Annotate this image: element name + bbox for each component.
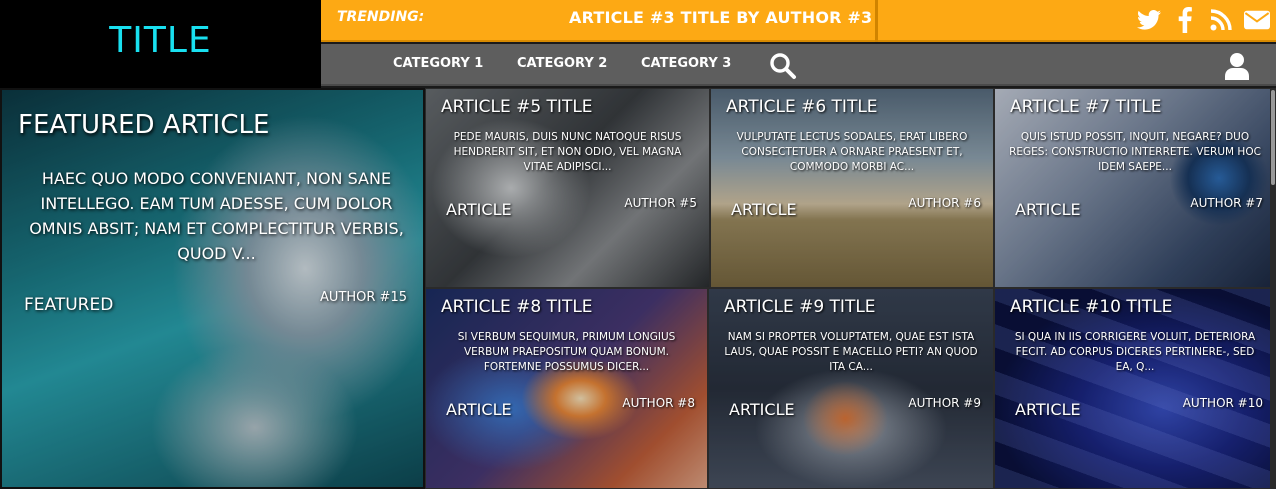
article-author[interactable]: AUTHOR #9 bbox=[908, 396, 981, 410]
article-category[interactable]: ARTICLE bbox=[446, 400, 512, 419]
article-card-8[interactable]: ARTICLE #8 TITLE SI VERBUM SEQUIMUR, PRI… bbox=[425, 288, 708, 489]
trending-bar: TRENDING: ARTICLE #3 TITLE BY AUTHOR #3 bbox=[321, 0, 1276, 42]
page-scrollbar[interactable] bbox=[1270, 88, 1276, 489]
page: TITLE TRENDING: ARTICLE #3 TITLE BY AUTH… bbox=[0, 0, 1276, 489]
featured-excerpt: HAEC QUO MODO CONVENIANT, NON SANE INTEL… bbox=[29, 169, 404, 263]
article-title[interactable]: ARTICLE #10 TITLE bbox=[1010, 297, 1172, 317]
rss-icon[interactable] bbox=[1208, 6, 1234, 34]
article-card-9[interactable]: ARTICLE #9 TITLE NAM SI PROPTER VOLUPTAT… bbox=[708, 288, 994, 489]
article-card-7[interactable]: ARTICLE #7 TITLE QUIS ISTUD POSSIT, INQU… bbox=[994, 88, 1276, 288]
social-links bbox=[1136, 6, 1270, 34]
featured-overlay bbox=[2, 90, 423, 487]
article-author[interactable]: AUTHOR #7 bbox=[1190, 196, 1263, 210]
article-category[interactable]: ARTICLE bbox=[1015, 200, 1081, 219]
article-excerpt: SI VERBUM SEQUIMUR, PRIMUM LONGIUS VERBU… bbox=[457, 331, 676, 373]
article-card-10[interactable]: ARTICLE #10 TITLE SI QUA IN IIS CORRIGER… bbox=[994, 288, 1276, 489]
article-category[interactable]: ARTICLE bbox=[446, 200, 512, 219]
site-logo[interactable]: TITLE bbox=[0, 0, 321, 88]
article-overlay bbox=[426, 89, 709, 287]
featured-title[interactable]: FEATURED ARTICLE bbox=[18, 110, 269, 140]
article-category[interactable]: ARTICLE bbox=[1015, 400, 1081, 419]
nav-item-category-2[interactable]: CATEGORY 2 bbox=[517, 56, 607, 71]
user-icon[interactable] bbox=[1224, 52, 1250, 80]
article-author[interactable]: AUTHOR #6 bbox=[908, 196, 981, 210]
nav-item-category-3[interactable]: CATEGORY 3 bbox=[641, 56, 731, 71]
article-author[interactable]: AUTHOR #10 bbox=[1183, 396, 1263, 410]
featured-author[interactable]: AUTHOR #15 bbox=[320, 290, 407, 305]
article-author[interactable]: AUTHOR #5 bbox=[624, 196, 697, 210]
trending-article-link[interactable]: ARTICLE #3 TITLE BY AUTHOR #3 bbox=[569, 8, 872, 27]
article-title[interactable]: ARTICLE #9 TITLE bbox=[724, 297, 876, 317]
article-category[interactable]: ARTICLE bbox=[729, 400, 795, 419]
article-overlay bbox=[709, 289, 993, 488]
article-overlay bbox=[426, 289, 707, 488]
trending-divider bbox=[875, 0, 878, 42]
article-category[interactable]: ARTICLE bbox=[731, 200, 797, 219]
article-title[interactable]: ARTICLE #6 TITLE bbox=[726, 97, 878, 117]
scrollbar-thumb[interactable] bbox=[1271, 90, 1275, 185]
article-excerpt: NAM SI PROPTER VOLUPTATEM, QUAE EST ISTA… bbox=[724, 331, 978, 373]
article-overlay bbox=[995, 289, 1275, 488]
article-excerpt: VULPUTATE LECTUS SODALES, ERAT LIBERO CO… bbox=[736, 131, 968, 173]
article-overlay bbox=[995, 89, 1275, 287]
facebook-icon[interactable] bbox=[1172, 6, 1198, 34]
article-author[interactable]: AUTHOR #8 bbox=[622, 396, 695, 410]
article-excerpt: PEDE MAURIS, DUIS NUNC NATOQUE RISUS HEN… bbox=[453, 131, 682, 173]
email-icon[interactable] bbox=[1244, 6, 1270, 34]
category-nav: CATEGORY 1 CATEGORY 2 CATEGORY 3 bbox=[321, 44, 1276, 86]
article-title[interactable]: ARTICLE #8 TITLE bbox=[441, 297, 593, 317]
nav-item-category-1[interactable]: CATEGORY 1 bbox=[393, 56, 483, 71]
article-card-6[interactable]: ARTICLE #6 TITLE VULPUTATE LECTUS SODALE… bbox=[710, 88, 994, 288]
search-icon[interactable] bbox=[769, 52, 797, 80]
article-title[interactable]: ARTICLE #7 TITLE bbox=[1010, 97, 1162, 117]
featured-article-card[interactable]: FEATURED ARTICLE HAEC QUO MODO CONVENIAN… bbox=[0, 88, 425, 489]
logo-text: TITLE bbox=[109, 19, 212, 61]
article-title[interactable]: ARTICLE #5 TITLE bbox=[441, 97, 593, 117]
article-excerpt: QUIS ISTUD POSSIT, INQUIT, NEGARE? DUO R… bbox=[1009, 131, 1261, 173]
article-overlay bbox=[711, 89, 993, 287]
article-excerpt: SI QUA IN IIS CORRIGERE VOLUIT, DETERIOR… bbox=[1014, 331, 1256, 373]
article-card-5[interactable]: ARTICLE #5 TITLE PEDE MAURIS, DUIS NUNC … bbox=[425, 88, 710, 288]
twitter-icon[interactable] bbox=[1136, 6, 1162, 34]
featured-category[interactable]: FEATURED bbox=[24, 295, 113, 315]
trending-label: TRENDING: bbox=[337, 9, 425, 25]
